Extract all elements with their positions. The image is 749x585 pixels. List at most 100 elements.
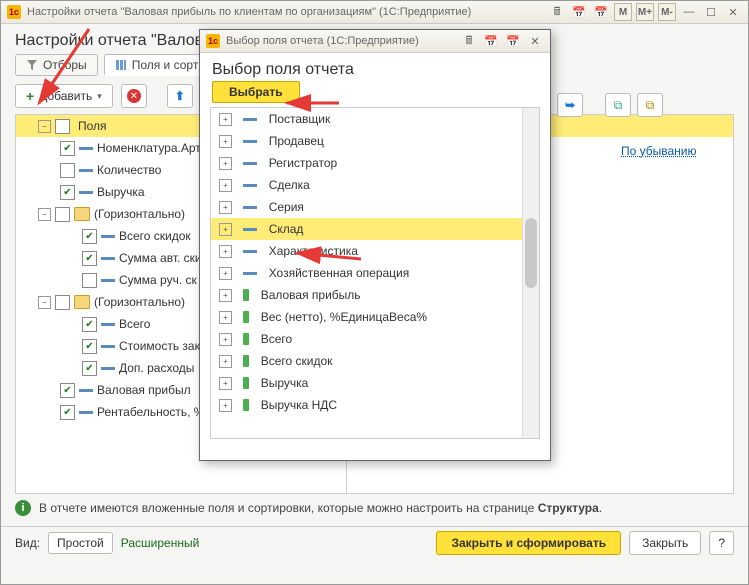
arrow-right-button[interactable]: ➥ <box>557 93 583 117</box>
paste-button[interactable]: ⧉ <box>637 93 663 117</box>
dialog-list-row[interactable]: + Продавец <box>211 130 539 152</box>
row-checkbox[interactable] <box>60 141 75 156</box>
dialog-list-row[interactable]: + Характеристика <box>211 240 539 262</box>
expand-icon[interactable]: + <box>219 267 232 280</box>
dialog-close-button[interactable]: ✕ <box>526 32 544 50</box>
row-checkbox[interactable] <box>82 229 97 244</box>
info-icon: i <box>15 500 31 516</box>
dialog-scroll-thumb[interactable] <box>525 218 537 288</box>
expand-icon[interactable]: + <box>219 157 232 170</box>
dialog-item-label: Выручка НДС <box>261 398 337 412</box>
dialog-list-row[interactable]: + Серия <box>211 196 539 218</box>
dialog-list-row[interactable]: + Всего скидок <box>211 350 539 372</box>
view-extended-link[interactable]: Расширенный <box>121 536 200 550</box>
delete-button[interactable]: ✕ <box>121 84 147 108</box>
view-simple-button[interactable]: Простой <box>48 532 113 554</box>
dialog-list-row[interactable]: + Выручка <box>211 372 539 394</box>
row-checkbox[interactable] <box>82 361 97 376</box>
folder-icon <box>74 295 90 309</box>
columns-icon <box>115 59 127 71</box>
expand-icon[interactable]: − <box>38 296 51 309</box>
field-icon <box>243 272 257 275</box>
dialog-list-row[interactable]: + Всего <box>211 328 539 350</box>
dialog-scrollbar[interactable] <box>522 108 539 438</box>
expand-icon[interactable]: − <box>38 208 51 221</box>
tab-filters-label: Отборы <box>43 58 87 72</box>
row-checkbox[interactable] <box>60 163 75 178</box>
paste-icon: ⧉ <box>646 98 655 113</box>
expand-icon[interactable]: + <box>219 355 232 368</box>
dialog-cal2-icon[interactable]: 📅 <box>504 32 522 50</box>
app-window: 1c Настройки отчета "Валовая прибыль по … <box>0 0 749 585</box>
dialog-cal1-icon[interactable]: 📅 <box>482 32 500 50</box>
mem-mminus-button[interactable]: M- <box>658 3 676 21</box>
field-icon <box>101 345 115 348</box>
expand-icon[interactable]: + <box>219 113 232 126</box>
dialog-item-label: Характеристика <box>269 244 358 258</box>
arrow-up-icon: ⬆ <box>175 89 185 103</box>
expand-icon[interactable]: + <box>219 201 232 214</box>
field-icon <box>243 118 257 121</box>
dialog-list-row[interactable]: + Поставщик <box>211 108 539 130</box>
minimize-button[interactable]: — <box>680 3 698 21</box>
help-button[interactable]: ? <box>709 531 734 555</box>
row-label: Сумма руч. ск <box>119 273 197 287</box>
tree-header-label: Поля <box>74 119 111 133</box>
dialog-item-label: Всего <box>261 332 292 346</box>
calendar-icon[interactable]: 📅 <box>570 3 588 21</box>
dialog-item-label: Хозяйственная операция <box>269 266 410 280</box>
move-up-button[interactable]: ⬆ <box>167 84 193 108</box>
dialog-list-row[interactable]: + Выручка НДС <box>211 394 539 416</box>
dialog-list-row[interactable]: + Вес (нетто), %ЕдиницаВеса% <box>211 306 539 328</box>
row-checkbox[interactable] <box>60 185 75 200</box>
expand-icon[interactable]: + <box>219 135 232 148</box>
row-checkbox[interactable] <box>60 383 75 398</box>
row-label: Номенклатура.Арт <box>97 141 201 155</box>
choose-button[interactable]: Выбрать <box>212 81 300 103</box>
field-icon <box>79 147 93 150</box>
note-link[interactable]: Структура <box>538 501 599 515</box>
expand-icon[interactable]: + <box>219 289 232 302</box>
row-checkbox[interactable] <box>82 251 97 266</box>
field-icon <box>79 411 93 414</box>
expand-icon[interactable]: + <box>219 245 232 258</box>
close-button[interactable]: ✕ <box>724 3 742 21</box>
row-checkbox[interactable] <box>82 339 97 354</box>
row-checkbox[interactable] <box>55 207 70 222</box>
maximize-button[interactable]: ☐ <box>702 3 720 21</box>
close-footer-button[interactable]: Закрыть <box>629 531 701 555</box>
row-label: Всего скидок <box>119 229 191 243</box>
tab-filters[interactable]: Отборы <box>15 54 98 76</box>
mem-mplus-button[interactable]: M+ <box>636 3 654 21</box>
dialog-list-row[interactable]: + Склад <box>211 218 539 240</box>
calendar2-icon[interactable]: 📅 <box>592 3 610 21</box>
dialog-calc-icon[interactable]: 🖩 <box>460 32 478 50</box>
dialog-list-row[interactable]: + Сделка <box>211 174 539 196</box>
expand-icon[interactable]: + <box>219 223 232 236</box>
dialog-list-row[interactable]: + Валовая прибыль <box>211 284 539 306</box>
expand-icon[interactable]: + <box>219 333 232 346</box>
mem-m-button[interactable]: M <box>614 3 632 21</box>
expand-icon[interactable]: + <box>219 377 232 390</box>
apply-button[interactable]: Закрыть и сформировать <box>436 531 621 555</box>
header-checkbox[interactable] <box>55 119 70 134</box>
calc-icon[interactable]: 🖩 <box>548 3 566 21</box>
copy-button[interactable]: ⧉ <box>605 93 631 117</box>
collapse-icon[interactable]: − <box>38 120 51 133</box>
dialog-list-row[interactable]: + Регистратор <box>211 152 539 174</box>
expand-icon[interactable]: + <box>219 179 232 192</box>
expand-icon[interactable]: + <box>219 311 232 324</box>
dialog-list-row[interactable]: + Хозяйственная операция <box>211 262 539 284</box>
sort-desc-link[interactable]: По убыванию <box>621 144 697 158</box>
row-checkbox[interactable] <box>60 405 75 420</box>
dialog-title: Выбор поля отчета (1С:Предприятие) <box>226 35 419 47</box>
expand-icon[interactable]: + <box>219 399 232 412</box>
row-checkbox[interactable] <box>55 295 70 310</box>
row-checkbox[interactable] <box>82 317 97 332</box>
field-icon <box>243 250 257 253</box>
add-button[interactable]: + Добавить ▾ <box>15 84 113 108</box>
measure-icon <box>243 355 249 367</box>
dialog-field-list[interactable]: + Поставщик+ Продавец+ Регистратор+ Сдел… <box>210 107 540 439</box>
row-checkbox[interactable] <box>82 273 97 288</box>
add-label: Добавить <box>39 89 92 103</box>
